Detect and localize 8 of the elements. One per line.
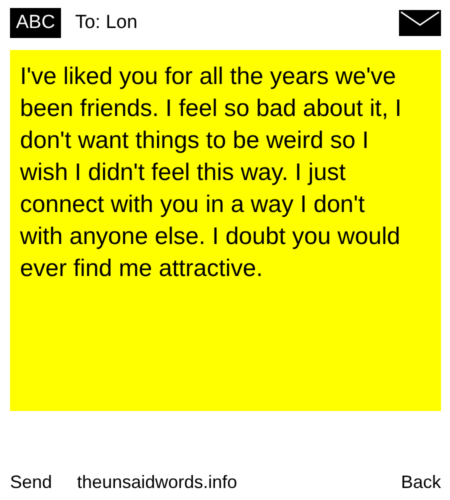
message-text: I've liked you for all the years we've been friends. I feel so bad about it, I don't want things to be weird so I wish I didn't feel this way. I just connect with you in a way I don't with anyone else. I doubt you would ever find me attractive. [20,62,403,284]
back-button[interactable]: Back [400,472,441,492]
message-area[interactable] [10,50,441,411]
website-label: theunsaidwords.info [77,472,238,492]
input-mode-label[interactable]: ABC [10,8,62,38]
send-button[interactable]: Send [10,472,52,492]
envelope-icon[interactable] [399,10,441,36]
recipient-label: To: Lon [75,12,138,34]
